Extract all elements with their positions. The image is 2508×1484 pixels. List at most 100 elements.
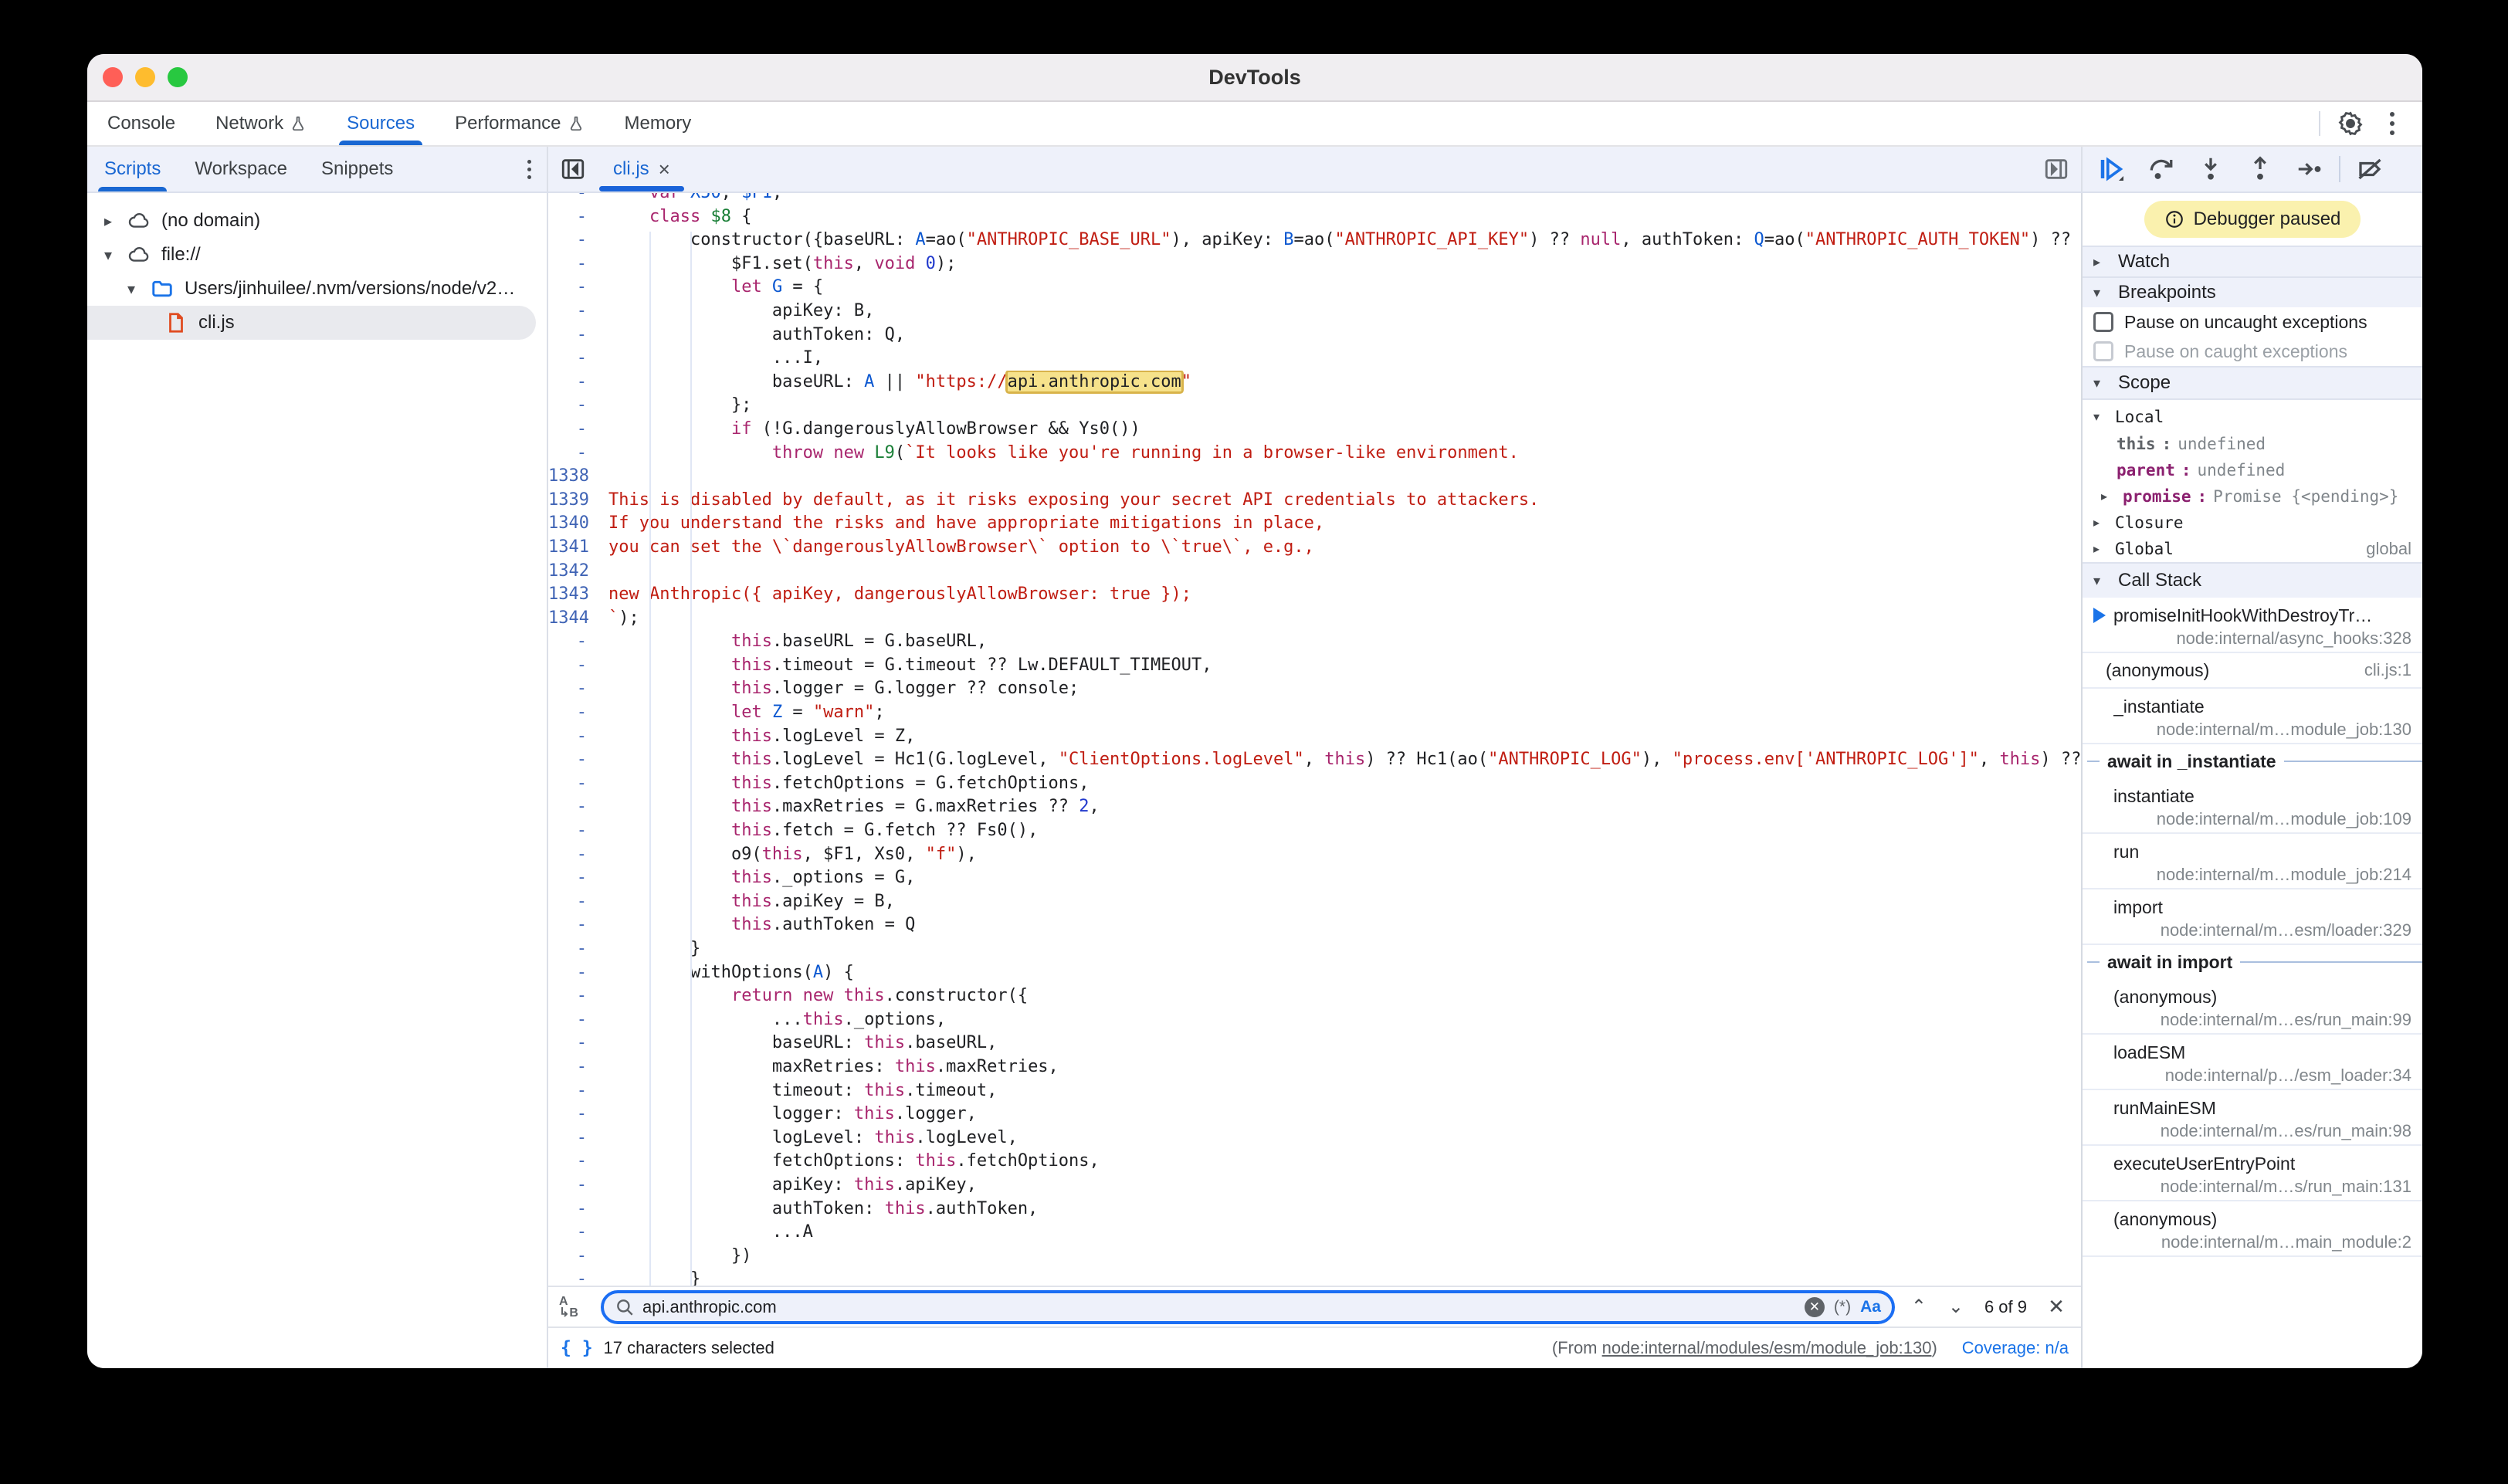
line-gutter[interactable]: -	[548, 701, 599, 725]
line-gutter[interactable]: -	[548, 677, 599, 701]
section-call-stack[interactable]: ▾ Call Stack	[2083, 562, 2422, 598]
line-gutter[interactable]: -	[548, 1198, 599, 1221]
scope-local[interactable]: ▾Local	[2083, 403, 2422, 431]
section-watch[interactable]: ▸ Watch	[2083, 246, 2422, 276]
line-gutter[interactable]: -	[548, 1268, 599, 1286]
line-gutter[interactable]: -	[548, 654, 599, 678]
code-line[interactable]: - return new this.constructor({	[548, 984, 2081, 1008]
line-gutter[interactable]: -	[548, 866, 599, 890]
line-gutter[interactable]: -	[548, 843, 599, 867]
code-line[interactable]: 1341you can set the \`dangerouslyAllowBr…	[548, 536, 2081, 560]
close-tab-icon[interactable]: ×	[659, 158, 670, 181]
line-gutter[interactable]: -	[548, 984, 599, 1008]
line-gutter[interactable]: -	[548, 252, 599, 276]
code-line[interactable]: - ...this._options,	[548, 1008, 2081, 1032]
code-line[interactable]: 1343new Anthropic({ apiKey, dangerouslyA…	[548, 583, 2081, 607]
line-gutter[interactable]: -	[548, 1103, 599, 1127]
scope-global[interactable]: ▸Global global	[2083, 536, 2422, 562]
call-stack-frame[interactable]: _instantiatenode:internal/m…module_job:1…	[2083, 689, 2422, 744]
line-gutter[interactable]: -	[548, 1245, 599, 1269]
line-gutter[interactable]: -	[548, 890, 599, 914]
tab-scripts[interactable]: Scripts	[87, 147, 178, 191]
code-line[interactable]: - throw new L9(`It looks like you're run…	[548, 442, 2081, 466]
scope-var-parent[interactable]: parent: undefined	[2083, 457, 2422, 483]
code-line[interactable]: - fetchOptions: this.fetchOptions,	[548, 1150, 2081, 1174]
code-line[interactable]: - }	[548, 1268, 2081, 1286]
call-stack-frame[interactable]: importnode:internal/m…esm/loader:329	[2083, 889, 2422, 945]
code-line[interactable]: - let G = {	[548, 276, 2081, 300]
line-gutter[interactable]: -	[548, 418, 599, 442]
code-line[interactable]: - authToken: this.authToken,	[548, 1198, 2081, 1221]
code-line[interactable]: - timeout: this.timeout,	[548, 1079, 2081, 1103]
section-scope[interactable]: ▾ Scope	[2083, 366, 2422, 398]
coverage-link[interactable]: Coverage: n/a	[1962, 1338, 2069, 1358]
code-line[interactable]: - apiKey: B,	[548, 300, 2081, 324]
line-gutter[interactable]: -	[548, 630, 599, 654]
code-line[interactable]: 1340If you understand the risks and have…	[548, 512, 2081, 536]
code-line[interactable]: - baseURL: this.baseURL,	[548, 1032, 2081, 1055]
code-line[interactable]: - class $8 {	[548, 205, 2081, 229]
code-line[interactable]: - let Z = "warn";	[548, 701, 2081, 725]
code-line[interactable]: - this._options = G,	[548, 866, 2081, 890]
call-stack-frame[interactable]: executeUserEntryPointnode:internal/m…s/r…	[2083, 1146, 2422, 1201]
code-line[interactable]: - $F1.set(this, void 0);	[548, 252, 2081, 276]
tree-item-folder[interactable]: ▾ Users/jinhuilee/.nvm/versions/node/v2…	[87, 272, 547, 306]
replace-toggle-icon[interactable]: A↳B	[559, 1296, 590, 1319]
code-line[interactable]: 1339This is disabled by default, as it r…	[548, 489, 2081, 513]
chevron-down-icon[interactable]: ▾	[123, 280, 140, 299]
line-gutter[interactable]: -	[548, 394, 599, 418]
pause-uncaught-exceptions-row[interactable]: Pause on uncaught exceptions	[2083, 307, 2422, 337]
code-line[interactable]: - if (!G.dangerouslyAllowBrowser && Ys0(…	[548, 418, 2081, 442]
line-gutter[interactable]: -	[548, 442, 599, 466]
line-gutter[interactable]: -	[548, 1127, 599, 1150]
step-out-button[interactable]	[2239, 151, 2282, 188]
tab-snippets[interactable]: Snippets	[304, 147, 410, 191]
tab-network[interactable]: Network	[195, 102, 327, 145]
line-gutter[interactable]: -	[548, 193, 599, 205]
editor-tab-clijs[interactable]: cli.js ×	[598, 147, 686, 191]
tab-workspace[interactable]: Workspace	[178, 147, 304, 191]
call-stack-frame[interactable]: runnode:internal/m…module_job:214	[2083, 834, 2422, 889]
step-over-button[interactable]	[2140, 151, 2183, 188]
code-line[interactable]: - logLevel: this.logLevel,	[548, 1127, 2081, 1150]
line-gutter[interactable]: 1340	[548, 512, 599, 536]
tab-console[interactable]: Console	[87, 102, 195, 145]
line-gutter[interactable]: -	[548, 748, 599, 772]
checkbox-unchecked[interactable]	[2093, 312, 2113, 332]
scope-var-this[interactable]: this: undefined	[2083, 431, 2422, 457]
line-gutter[interactable]: -	[548, 205, 599, 229]
line-gutter[interactable]: -	[548, 1221, 599, 1245]
code-editor[interactable]: - var X50, $F1;- class $8 {- constructor…	[548, 193, 2081, 1286]
line-gutter[interactable]: 1343	[548, 583, 599, 607]
code-line[interactable]: - apiKey: this.apiKey,	[548, 1174, 2081, 1198]
code-line[interactable]: - this.baseURL = G.baseURL,	[548, 630, 2081, 654]
line-gutter[interactable]: -	[548, 937, 599, 961]
line-gutter[interactable]: 1344	[548, 607, 599, 631]
line-gutter[interactable]: -	[548, 1055, 599, 1079]
scope-closure[interactable]: ▸Closure	[2083, 510, 2422, 536]
match-case-toggle[interactable]: Aa	[1860, 1298, 1881, 1316]
toggle-navigator-icon[interactable]	[548, 147, 598, 191]
line-gutter[interactable]: 1341	[548, 536, 599, 560]
settings-gear-icon[interactable]	[2328, 102, 2373, 145]
call-stack-frame[interactable]: loadESMnode:internal/p…/esm_loader:34	[2083, 1035, 2422, 1090]
line-gutter[interactable]: -	[548, 1079, 599, 1103]
line-gutter[interactable]: -	[548, 772, 599, 796]
line-gutter[interactable]: -	[548, 725, 599, 749]
code-line[interactable]: - ...I,	[548, 347, 2081, 371]
line-gutter[interactable]: 1342	[548, 560, 599, 584]
section-breakpoints[interactable]: ▾ Breakpoints	[2083, 276, 2422, 307]
line-gutter[interactable]: -	[548, 1150, 599, 1174]
tree-item-file-scheme[interactable]: ▾ file://	[87, 238, 547, 272]
tree-item-no-domain[interactable]: ▸ (no domain)	[87, 204, 547, 238]
code-line[interactable]: - o9(this, $F1, Xs0, "f"),	[548, 843, 2081, 867]
next-match-icon[interactable]: ⌄	[1943, 1296, 1969, 1318]
navigator-more-icon[interactable]	[511, 147, 547, 191]
line-gutter[interactable]: 1338	[548, 465, 599, 489]
line-gutter[interactable]: -	[548, 819, 599, 843]
code-line[interactable]: - ...A	[548, 1221, 2081, 1245]
call-stack-frame[interactable]: (anonymous)cli.js:1	[2083, 653, 2422, 689]
line-gutter[interactable]: -	[548, 1032, 599, 1055]
chevron-right-icon[interactable]: ▸	[100, 212, 117, 231]
code-line[interactable]: - logger: this.logger,	[548, 1103, 2081, 1127]
